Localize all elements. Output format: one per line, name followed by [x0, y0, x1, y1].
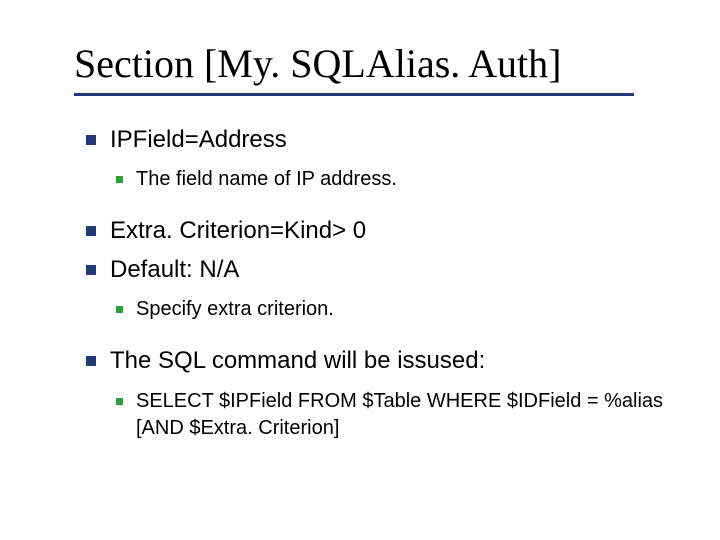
slide-title: Section [My. SQLAlias. Auth]	[74, 40, 690, 87]
list-item: Extra. Criterion=Kind> 0	[80, 215, 690, 247]
list-item: The field name of IP address.	[110, 166, 690, 193]
list-item-text: Specify extra criterion.	[136, 298, 334, 320]
sub-list: Specify extra criterion.	[110, 296, 690, 323]
list-item: Specify extra criterion.	[110, 296, 690, 323]
list-item-text: IPField=Address	[110, 126, 287, 153]
list-item-text: The field name of IP address.	[136, 168, 397, 190]
bullet-list: IPField=Address The field name of IP add…	[80, 124, 690, 442]
sub-list: The field name of IP address.	[110, 166, 690, 193]
slide: Section [My. SQLAlias. Auth] IPField=Add…	[0, 0, 720, 540]
list-item-text: SELECT $IPField FROM $Table WHERE $IDFie…	[136, 390, 663, 439]
list-item-text: The SQL command will be issused:	[110, 347, 485, 374]
sub-list: SELECT $IPField FROM $Table WHERE $IDFie…	[110, 388, 690, 442]
list-item-text: Extra. Criterion=Kind> 0	[110, 217, 366, 244]
list-item-text: Default: N/A	[110, 256, 239, 283]
list-item: The SQL command will be issused: SELECT …	[80, 345, 690, 441]
list-item: IPField=Address The field name of IP add…	[80, 124, 690, 193]
list-item: SELECT $IPField FROM $Table WHERE $IDFie…	[110, 388, 690, 442]
title-underline	[74, 93, 634, 96]
list-item: Default: N/A Specify extra criterion.	[80, 254, 690, 323]
